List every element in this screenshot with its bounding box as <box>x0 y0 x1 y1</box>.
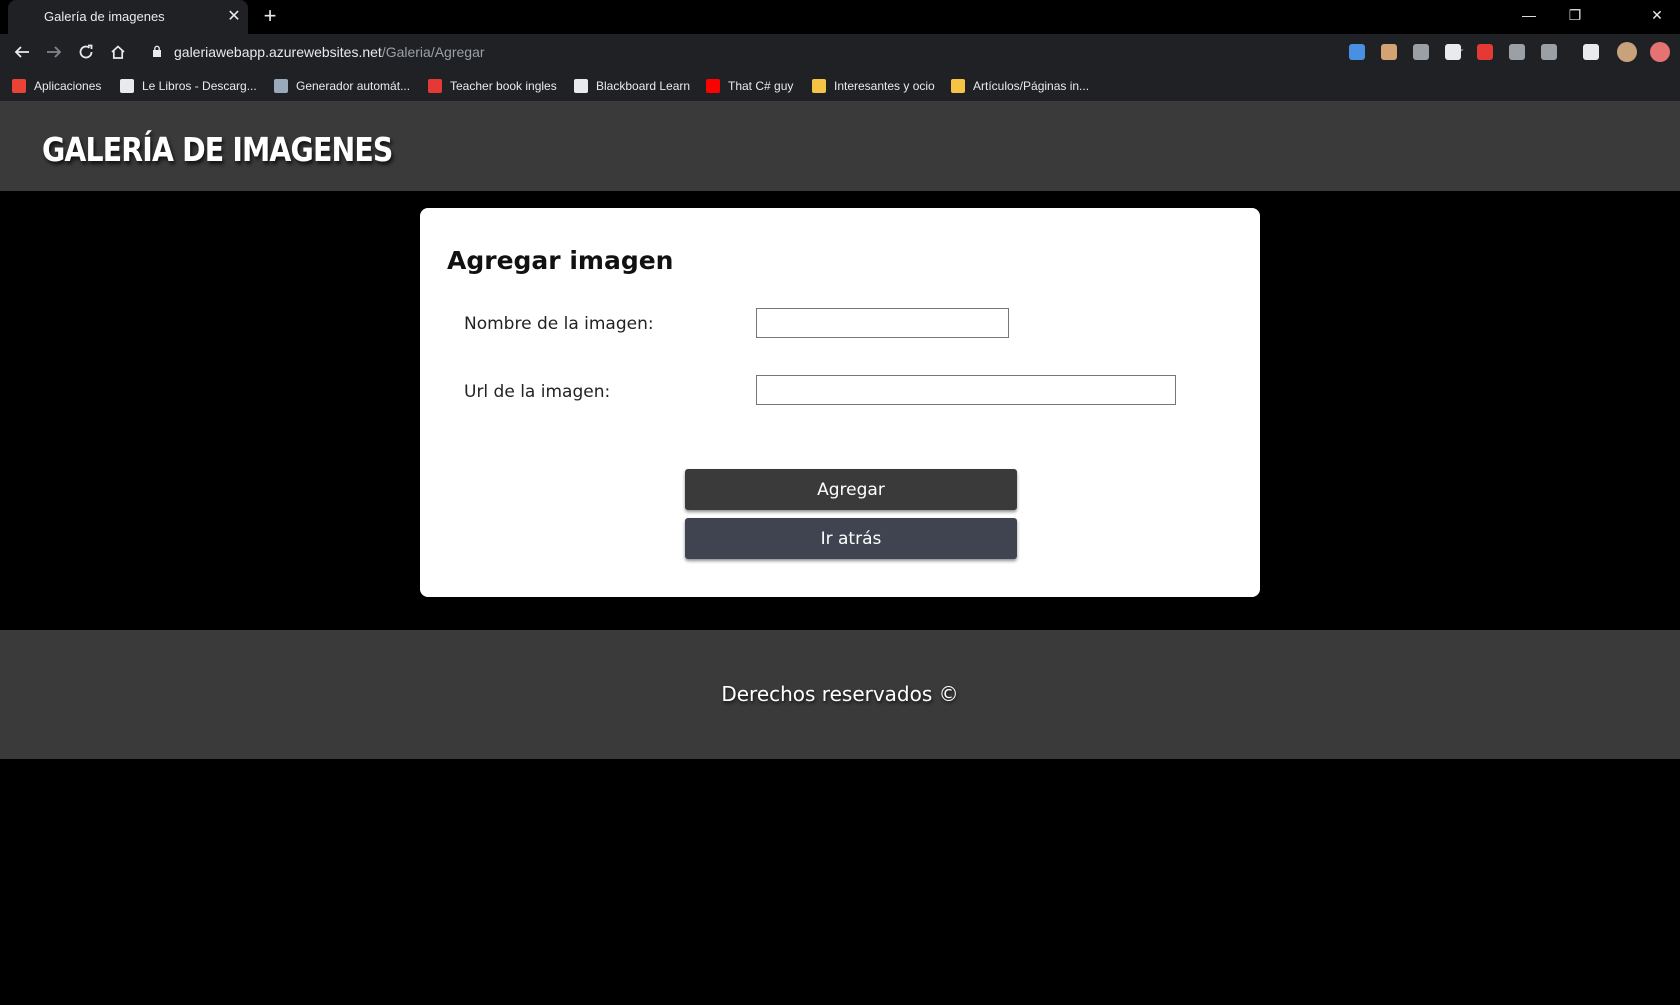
tab-title: Galería de imagenes <box>44 9 165 24</box>
site-title: GALERÍA DE IMAGENES <box>42 130 393 169</box>
bookmark-label: That C# guy <box>728 79 794 93</box>
adblock-icon[interactable] <box>1477 44 1493 60</box>
target-icon <box>428 79 442 93</box>
update-icon[interactable] <box>1650 42 1670 62</box>
bookmark-label: Blackboard Learn <box>596 79 691 93</box>
image-url-label: Url de la imagen: <box>464 382 611 402</box>
speaker-icon[interactable] <box>1413 44 1429 60</box>
image-url-input[interactable] <box>756 375 1176 405</box>
lock-icon <box>153 45 161 57</box>
back-button-page[interactable]: Ir atrás <box>685 518 1017 559</box>
blackboard-icon <box>574 79 588 93</box>
reload-button[interactable] <box>72 38 100 66</box>
home-icon <box>111 45 125 59</box>
arrow-left-icon <box>14 46 29 58</box>
add-button[interactable]: Agregar <box>685 469 1017 510</box>
bookmark-label: Aplicaciones <box>34 79 102 93</box>
bookmark-item[interactable]: Le Libros - Descarg... <box>120 76 257 96</box>
bookmark-item[interactable]: Blackboard Learn <box>574 76 690 96</box>
url-path: /Galeria/Agregar <box>381 44 485 60</box>
tab-close-icon[interactable]: ✕ <box>224 6 244 26</box>
bookmark-label: Teacher book ingles <box>450 79 557 93</box>
form-title: Agregar imagen <box>447 246 674 275</box>
bookmark-item[interactable]: That C# guy <box>706 76 793 96</box>
bookmark-item[interactable]: Aplicaciones <box>12 76 101 96</box>
youtube-icon <box>706 79 720 93</box>
minimize-button[interactable]: — <box>1506 0 1552 30</box>
bookmark-label: Generador automát... <box>296 79 411 93</box>
bookmark-item[interactable]: Artículos/Páginas in... <box>951 76 1089 96</box>
image-name-label: Nombre de la imagen: <box>464 314 654 334</box>
bookmark-item[interactable]: Generador automát... <box>274 76 410 96</box>
close-window-button[interactable]: ✕ <box>1634 0 1680 30</box>
url-text: galeriawebapp.azurewebsites.net/Galeria/… <box>174 44 485 60</box>
bookmarks-bar: Aplicaciones Le Libros - Descarg... Genera… <box>0 70 1680 102</box>
bookmark-label: Le Libros - Descarg... <box>142 79 257 93</box>
restore-button[interactable]: ❐ <box>1552 0 1598 30</box>
new-tab-button[interactable]: + <box>258 4 282 28</box>
chat-icon[interactable] <box>1445 44 1461 60</box>
url-host: galeriawebapp.azurewebsites.net <box>174 44 382 60</box>
globe-icon <box>120 79 134 93</box>
bookmark-label: Artículos/Páginas in... <box>973 79 1090 93</box>
home-button[interactable] <box>104 38 132 66</box>
apps-grid-icon <box>12 79 26 93</box>
drive-icon[interactable] <box>1509 44 1525 60</box>
shield-icon[interactable] <box>1349 44 1365 60</box>
extension-icon[interactable] <box>1381 44 1397 60</box>
reload-icon <box>79 44 93 59</box>
forward-button[interactable] <box>40 38 68 66</box>
arrow-right-icon <box>47 46 62 58</box>
footer-copyright: Derechos reservados © <box>721 682 959 706</box>
folder-icon <box>951 79 965 93</box>
document-icon <box>274 79 288 93</box>
page-favicon-icon <box>22 10 36 24</box>
site-header: GALERÍA DE IMAGENES <box>0 102 1680 191</box>
site-footer: Derechos reservados © <box>0 630 1680 759</box>
browser-toolbar: galeriawebapp.azurewebsites.net/Galeria/… <box>0 34 1680 70</box>
tab-strip: Galería de imagenes ✕ + — ❐ ✕ <box>0 0 1680 34</box>
image-name-input[interactable] <box>756 308 1009 338</box>
bookmark-item[interactable]: Teacher book ingles <box>428 76 557 96</box>
extension-icon[interactable] <box>1541 44 1557 60</box>
bookmark-label: Interesantes y ocio <box>834 79 935 93</box>
bookmark-item[interactable]: Interesantes y ocio <box>812 76 935 96</box>
add-image-card: Agregar imagen Nombre de la imagen: Url … <box>420 208 1260 597</box>
back-button[interactable] <box>8 38 36 66</box>
browser-tab[interactable]: Galería de imagenes ✕ <box>8 0 248 34</box>
folder-icon <box>812 79 826 93</box>
address-bar[interactable]: galeriawebapp.azurewebsites.net/Galeria/… <box>140 37 1465 67</box>
reading-list-icon[interactable] <box>1583 44 1599 60</box>
avatar[interactable] <box>1617 42 1637 62</box>
